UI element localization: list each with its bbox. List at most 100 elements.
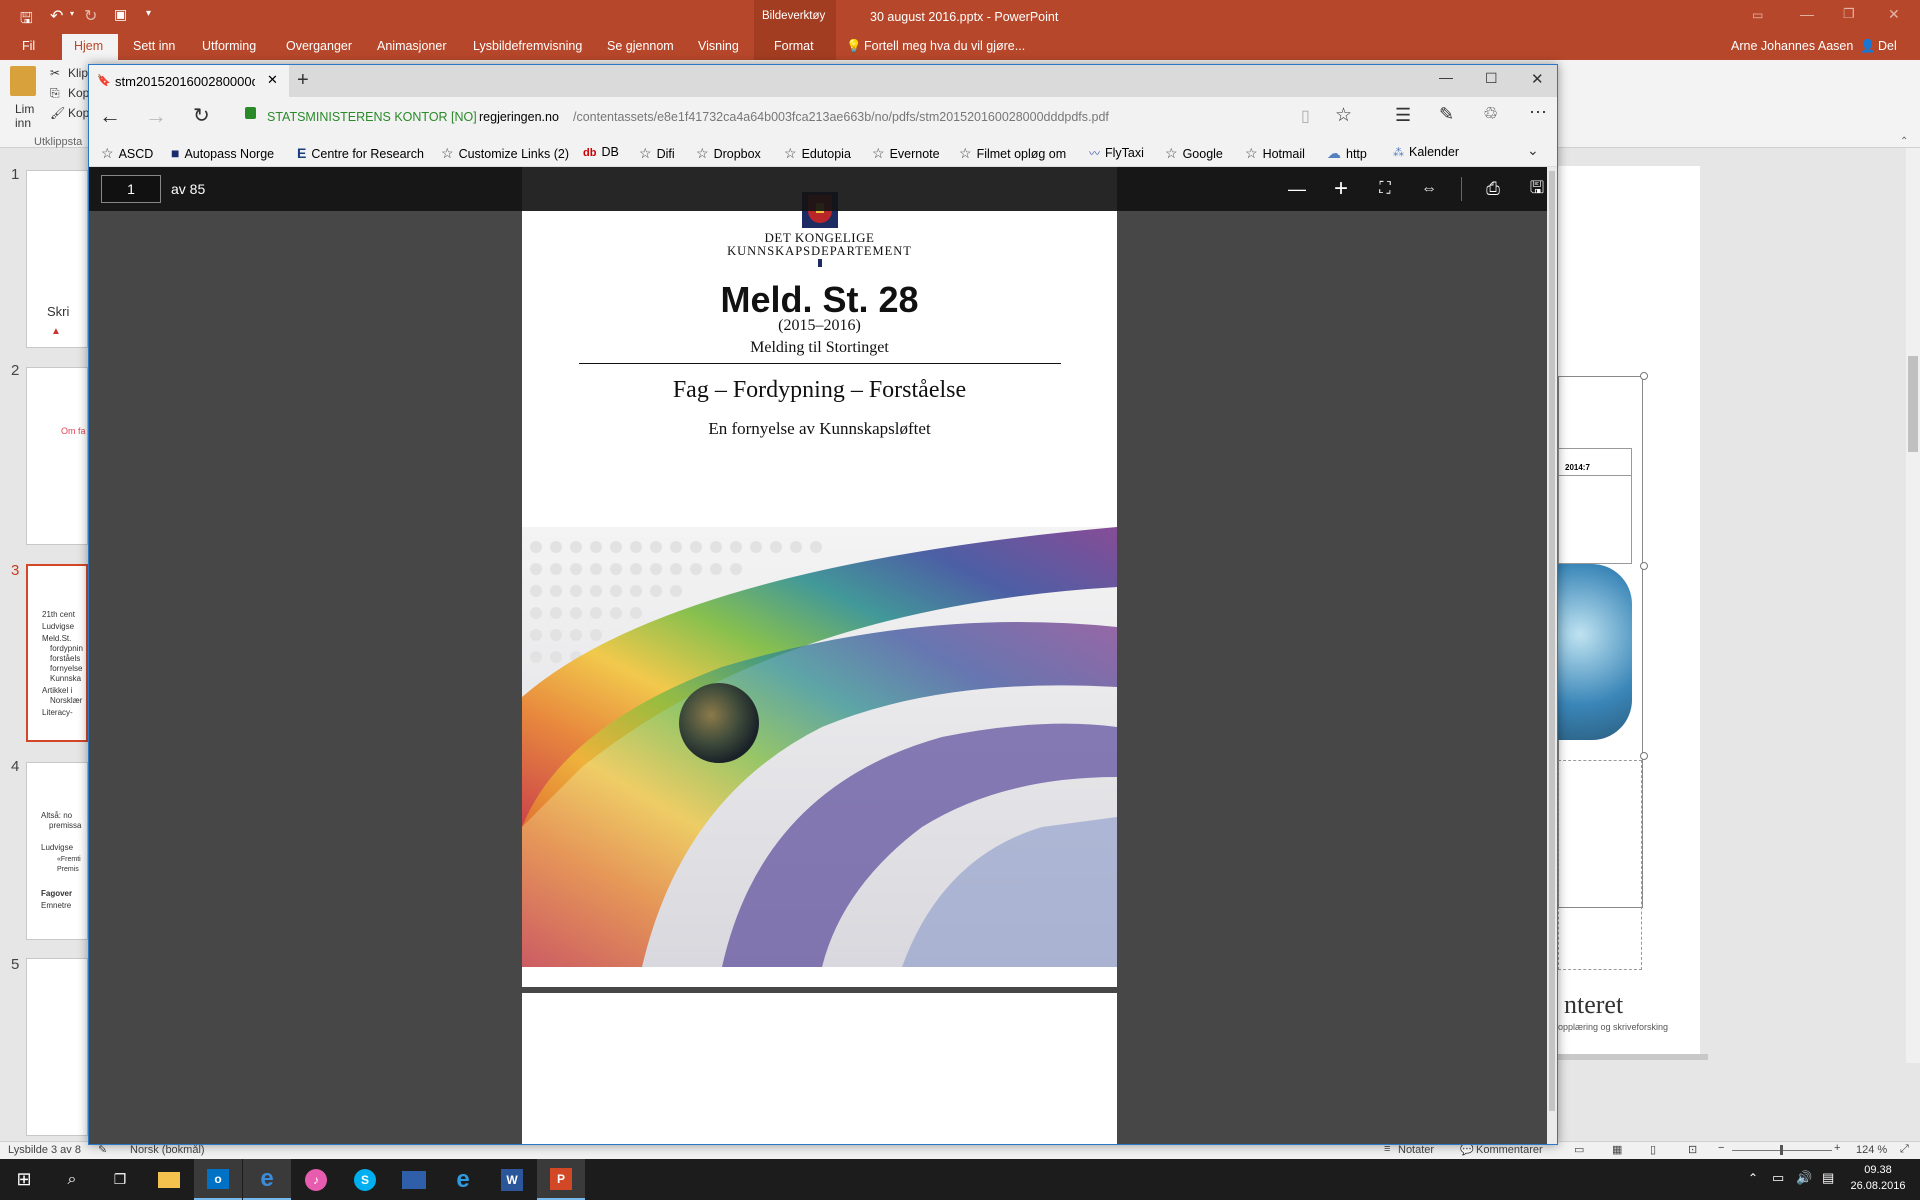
- reading-view-icon[interactable]: ▯: [1650, 1143, 1656, 1156]
- favorite-item[interactable]: ■ Autopass Norge: [171, 145, 274, 161]
- save-icon[interactable]: 🖫: [1527, 178, 1547, 199]
- tab-fil[interactable]: Fil: [22, 39, 35, 53]
- tab-animasjoner[interactable]: Animasjoner: [377, 39, 446, 53]
- tab-hjem[interactable]: Hjem: [74, 39, 103, 53]
- zoom-in-icon[interactable]: +: [1331, 175, 1351, 202]
- favorite-item[interactable]: ☆ ASCD: [101, 145, 153, 162]
- slide-thumbnail-3[interactable]: 21th cent Ludvigse Meld.St. fordypnin fo…: [26, 564, 88, 742]
- refresh-icon[interactable]: ↻: [193, 103, 210, 128]
- taskbar-edge[interactable]: e: [243, 1159, 291, 1200]
- zoom-in-icon[interactable]: +: [1834, 1142, 1840, 1154]
- notes-button[interactable]: Notater: [1398, 1144, 1434, 1156]
- zoom-level[interactable]: 124 %: [1856, 1144, 1887, 1156]
- start-button[interactable]: ⊞: [0, 1159, 48, 1200]
- cut-button[interactable]: Klip: [68, 66, 88, 80]
- globe-picture[interactable]: [1558, 564, 1632, 740]
- taskbar-word[interactable]: W: [488, 1159, 536, 1200]
- tab-se-gjennom[interactable]: Se gjennom: [607, 39, 674, 53]
- copy-button[interactable]: Kop: [68, 86, 89, 100]
- chevron-down-icon[interactable]: ⌄: [1527, 142, 1539, 159]
- resize-handle[interactable]: [1640, 562, 1648, 570]
- fit-width-icon[interactable]: ⇔: [1419, 179, 1439, 199]
- favorite-item[interactable]: ☆ Evernote: [872, 145, 940, 162]
- tab-visning[interactable]: Visning: [698, 39, 739, 53]
- edge-tab[interactable]: 🔖 stm2015201600280000d ✕: [89, 65, 289, 97]
- slide-sorter-icon[interactable]: ▦: [1612, 1143, 1622, 1156]
- slide-thumbnail-2[interactable]: Om fa: [26, 367, 88, 545]
- horizontal-scrollbar[interactable]: [1558, 1054, 1708, 1060]
- format-painter-icon[interactable]: 🖌: [50, 106, 65, 120]
- more-icon[interactable]: ⋯: [1529, 102, 1547, 123]
- customize-toolbar-icon[interactable]: ▾: [146, 8, 151, 19]
- favorite-item[interactable]: ☆ Hotmail: [1245, 145, 1305, 162]
- address-bar[interactable]: STATSMINISTERENS KONTOR [NO] regjeringen…: [243, 101, 1383, 133]
- paste-button[interactable]: Lim inn: [15, 102, 45, 130]
- slideshow-icon[interactable]: ▣: [114, 6, 127, 23]
- taskbar-itunes[interactable]: ♪: [292, 1159, 340, 1200]
- taskbar-file-explorer[interactable]: [145, 1159, 193, 1200]
- favorite-item[interactable]: ☆ Google: [1165, 145, 1223, 162]
- favorite-item[interactable]: ☆ Filmet opløg om: [959, 145, 1066, 162]
- close-tab-icon[interactable]: ✕: [267, 72, 278, 88]
- share-icon[interactable]: 👤: [1860, 39, 1876, 54]
- print-icon[interactable]: ⎙: [1483, 179, 1503, 199]
- favorite-item[interactable]: ☆ Edutopia: [784, 145, 851, 162]
- volume-icon[interactable]: 🔊: [1796, 1170, 1812, 1186]
- back-icon[interactable]: ←: [99, 103, 121, 129]
- clock-date[interactable]: 26.08.2016: [1848, 1180, 1908, 1192]
- ribbon-display-icon[interactable]: ▭: [1752, 8, 1763, 22]
- undo-dropdown-icon[interactable]: ▾: [70, 9, 74, 18]
- vertical-scrollbar[interactable]: [1906, 148, 1920, 1063]
- undo-icon[interactable]: ↶: [50, 6, 63, 26]
- tray-overflow-icon[interactable]: ⌃: [1748, 1171, 1758, 1185]
- zoom-out-icon[interactable]: −: [1718, 1142, 1724, 1154]
- comments-button[interactable]: Kommentarer: [1476, 1144, 1543, 1156]
- search-button[interactable]: ⌕: [48, 1159, 96, 1200]
- new-tab-icon[interactable]: +: [297, 69, 309, 92]
- network-icon[interactable]: ▭: [1772, 1170, 1784, 1186]
- favorite-item[interactable]: ☆ Difi: [639, 145, 675, 162]
- tell-me-search[interactable]: Fortell meg hva du vil gjøre...: [864, 39, 1025, 53]
- favorite-item[interactable]: ⁂ Kalender: [1393, 145, 1459, 159]
- favorite-star-icon[interactable]: ☆: [1335, 104, 1352, 127]
- reading-view-icon[interactable]: ▯: [1301, 106, 1310, 126]
- resize-handle[interactable]: [1640, 372, 1648, 380]
- edge-close-icon[interactable]: ✕: [1531, 70, 1544, 88]
- paste-icon[interactable]: [10, 66, 36, 96]
- taskbar-app[interactable]: [390, 1159, 438, 1200]
- hub-icon[interactable]: ☰: [1395, 105, 1411, 126]
- edge-maximize-icon[interactable]: ☐: [1485, 70, 1498, 87]
- close-icon[interactable]: ✕: [1888, 6, 1900, 23]
- slide-thumbnail-5[interactable]: [26, 958, 88, 1136]
- redo-icon[interactable]: ↻: [84, 6, 97, 26]
- url-path[interactable]: /contentassets/e8e1f41732ca4a64b003fca21…: [573, 110, 1109, 124]
- normal-view-icon[interactable]: ▭: [1574, 1143, 1584, 1156]
- language-indicator[interactable]: Norsk (bokmål): [130, 1144, 205, 1156]
- pdf-scrollbar[interactable]: [1547, 167, 1557, 1144]
- zoom-out-icon[interactable]: —: [1287, 179, 1307, 199]
- favorite-item[interactable]: E Centre for Research: [297, 145, 424, 161]
- taskbar-powerpoint[interactable]: P: [537, 1159, 585, 1200]
- scroll-thumb[interactable]: [1908, 356, 1918, 452]
- favorite-item[interactable]: ☆ Customize Links (2): [441, 145, 569, 162]
- security-identity[interactable]: STATSMINISTERENS KONTOR [NO]: [267, 110, 477, 124]
- resize-handle[interactable]: [1640, 752, 1648, 760]
- forward-icon[interactable]: →: [145, 103, 167, 129]
- slide-thumbnail-4[interactable]: Altså: no premissa Ludvigse «Fremti Prem…: [26, 762, 88, 940]
- page-number-input[interactable]: 1: [101, 175, 161, 203]
- user-name[interactable]: Arne Johannes Aasen: [1731, 39, 1853, 53]
- copy-icon[interactable]: ⎘: [50, 86, 60, 101]
- url-domain[interactable]: regjeringen.no: [479, 110, 559, 124]
- minimize-icon[interactable]: —: [1800, 6, 1814, 22]
- favorite-item[interactable]: 〰 FlyTaxi: [1089, 145, 1144, 161]
- format-painter-button[interactable]: Kop: [68, 106, 89, 120]
- fit-slide-icon[interactable]: ⤢: [1900, 1143, 1909, 1156]
- taskbar-skype[interactable]: S: [341, 1159, 389, 1200]
- zoom-slider-thumb[interactable]: [1780, 1145, 1783, 1155]
- collapse-ribbon-icon[interactable]: ⌃: [1900, 136, 1908, 147]
- tab-overganger[interactable]: Overganger: [286, 39, 352, 53]
- favorite-item[interactable]: ☁ http: [1327, 145, 1367, 162]
- task-view-button[interactable]: ❐: [96, 1159, 144, 1200]
- share-button[interactable]: Del: [1878, 39, 1897, 53]
- clock-time[interactable]: 09.38: [1850, 1164, 1906, 1176]
